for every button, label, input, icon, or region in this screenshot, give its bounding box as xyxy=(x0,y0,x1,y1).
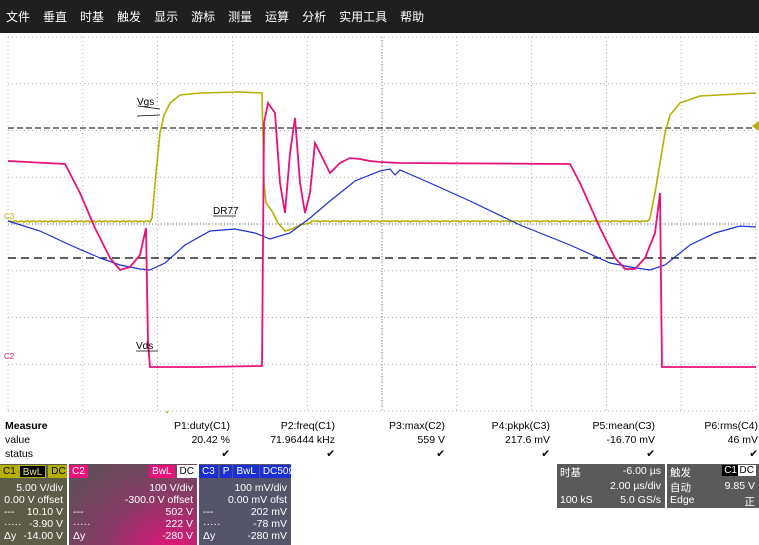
menu-bar: 文件 垂直 时基 触发 显示 游标 测量 运算 分析 实用工具 帮助 xyxy=(0,0,759,33)
c1-cursor-1: --- xyxy=(4,506,15,518)
measure-status-label: status xyxy=(5,448,34,460)
c1-cursor-2: ····· xyxy=(4,518,22,530)
c3-delta-label: Δy xyxy=(203,530,216,542)
trigger-level: 9.85 V xyxy=(724,480,755,492)
timebase-rate: 5.0 GS/s xyxy=(620,494,661,506)
measure-status-check-3: ✔ xyxy=(436,448,445,460)
menu-item-5[interactable]: 游标 xyxy=(191,8,215,25)
vgs-label: Vgs xyxy=(137,97,154,108)
trigger-descriptor[interactable]: 触发 C1 DC 自动 9.85 V Edge 正 xyxy=(667,464,759,508)
c3-tag-probe: P xyxy=(219,464,233,478)
scope-display[interactable]: Vgs Vds DR77 C3 C2 xyxy=(0,33,759,413)
c3-cursor-value-2: -78 mV xyxy=(253,518,287,530)
c2-tag-coupling: DC xyxy=(176,464,197,478)
menu-item-0[interactable]: 文件 xyxy=(6,8,30,25)
trigger-level-marker xyxy=(752,121,759,131)
trigger-source: C1 xyxy=(722,465,739,476)
c3-cursor-1: --- xyxy=(203,506,214,518)
measure-value-2: 71.96444 kHz xyxy=(270,434,335,446)
menu-item-10[interactable]: 帮助 xyxy=(400,8,424,25)
measure-value-label: value xyxy=(5,434,31,446)
c1-delta-label: Δy xyxy=(4,530,17,542)
timebase-delay: -6.00 µs xyxy=(622,465,661,477)
measure-param-5[interactable]: P5:mean(C3) xyxy=(545,420,655,432)
c1-name: C1 xyxy=(0,464,19,478)
measure-param-6[interactable]: P6:rms(C4) xyxy=(648,420,758,432)
menu-item-8[interactable]: 分析 xyxy=(302,8,326,25)
menu-item-6[interactable]: 测量 xyxy=(228,8,252,25)
c1-descriptor[interactable]: C1 BwL DC1M 5.00 V/div 0.00 V offset ---… xyxy=(0,464,67,545)
c3-cursor-2: ····· xyxy=(203,518,221,530)
menu-item-2[interactable]: 时基 xyxy=(80,8,104,25)
c1-cursor-value-2: -3.90 V xyxy=(29,518,63,530)
measure-value-4: 217.6 mV xyxy=(505,434,550,446)
trigger-slope: 正 xyxy=(744,496,756,508)
c1-tag-bwl: BwL xyxy=(18,464,47,478)
c2-descriptor[interactable]: C2 BwL DC 100 V/div -300.0 V offset --- … xyxy=(69,464,197,545)
menu-item-9[interactable]: 实用工具 xyxy=(339,8,387,25)
dr77-label: DR77 xyxy=(213,206,239,217)
vds-label: Vds xyxy=(136,341,153,352)
menu-item-7[interactable]: 运算 xyxy=(265,8,289,25)
measure-header: Measure xyxy=(5,420,48,432)
menu-item-3[interactable]: 触发 xyxy=(117,8,141,25)
measure-value-6: 46 mV xyxy=(727,434,758,446)
c1-delta-value: -14.00 V xyxy=(23,530,63,542)
c3-delta-value: -280 mV xyxy=(247,530,287,542)
timebase-tdiv: 2.00 µs/div xyxy=(610,480,661,492)
trigger-coupling: DC xyxy=(737,465,756,476)
timebase-samples: 100 kS xyxy=(560,494,593,506)
c2-cursor-value-2: 222 V xyxy=(165,518,193,530)
c3-descriptor[interactable]: C3 P BwL DC50Ω 100 mV/div 0.00 mV ofst -… xyxy=(199,464,291,545)
measure-value-1: 20.42 % xyxy=(191,434,230,446)
c2-tag-bwl: BwL xyxy=(149,464,175,478)
trigger-title: 触发 xyxy=(670,467,691,479)
c1-offset: 0.00 V offset xyxy=(4,494,63,506)
c3-offset: 0.00 mV ofst xyxy=(228,494,287,506)
measure-param-4[interactable]: P4:pkpk(C3) xyxy=(440,420,550,432)
measure-value-3: 559 V xyxy=(417,434,445,446)
c1-vdiv: 5.00 V/div xyxy=(16,482,63,494)
c2-name: C2 xyxy=(69,464,88,478)
c2-cursor-value-1: 502 V xyxy=(165,506,193,518)
menu-item-1[interactable]: 垂直 xyxy=(43,8,67,25)
menu-item-4[interactable]: 显示 xyxy=(154,8,178,25)
c2-cursor-2: ····· xyxy=(73,518,91,530)
c3-tag-coupling: DC50Ω xyxy=(259,464,291,478)
c2-delta-value: -280 V xyxy=(162,530,193,542)
measure-param-3[interactable]: P3:max(C2) xyxy=(335,420,445,432)
measure-param-2[interactable]: P2:freq(C1) xyxy=(225,420,335,432)
measure-status-check-4: ✔ xyxy=(541,448,550,460)
waveform-grid[interactable]: Vgs Vds DR77 C3 C2 xyxy=(0,33,759,413)
c3-vdiv: 100 mV/div xyxy=(234,482,287,494)
measure-status-check-5: ✔ xyxy=(646,448,655,460)
measure-status-check-6: ✔ xyxy=(749,448,758,460)
timebase-title: 时基 xyxy=(560,467,581,479)
c3-ground-marker[interactable]: C3 xyxy=(4,212,15,221)
trigger-mode: 自动 xyxy=(670,482,691,494)
c2-cursor-1: --- xyxy=(73,506,84,518)
c3-cursor-value-1: 202 mV xyxy=(250,506,287,518)
c2-delta-label: Δy xyxy=(73,530,86,542)
measure-param-1[interactable]: P1:duty(C1) xyxy=(120,420,230,432)
c2-offset: -300.0 V offset xyxy=(124,494,193,506)
measure-status-check-2: ✔ xyxy=(326,448,335,460)
c3-tag-bwl: BwL xyxy=(233,464,259,478)
measure-value-5: -16.70 mV xyxy=(606,434,655,446)
c1-cursor-value-1: 10.10 V xyxy=(26,506,63,518)
c3-name: C3 xyxy=(199,464,218,478)
c2-ground-marker[interactable]: C2 xyxy=(4,352,15,361)
c2-vdiv: 100 V/div xyxy=(149,482,193,494)
measure-table: Measure P1:duty(C1) P2:freq(C1) P3:max(C2)… xyxy=(0,418,759,462)
measure-status-check-1: ✔ xyxy=(221,448,230,460)
trigger-position-marker xyxy=(165,410,169,413)
trigger-type: Edge xyxy=(670,494,695,506)
c1-tag-coupling: DC1M xyxy=(48,464,67,478)
timebase-descriptor[interactable]: 时基 -6.00 µs 2.00 µs/div 100 kS 5.0 GS/s xyxy=(557,464,665,508)
